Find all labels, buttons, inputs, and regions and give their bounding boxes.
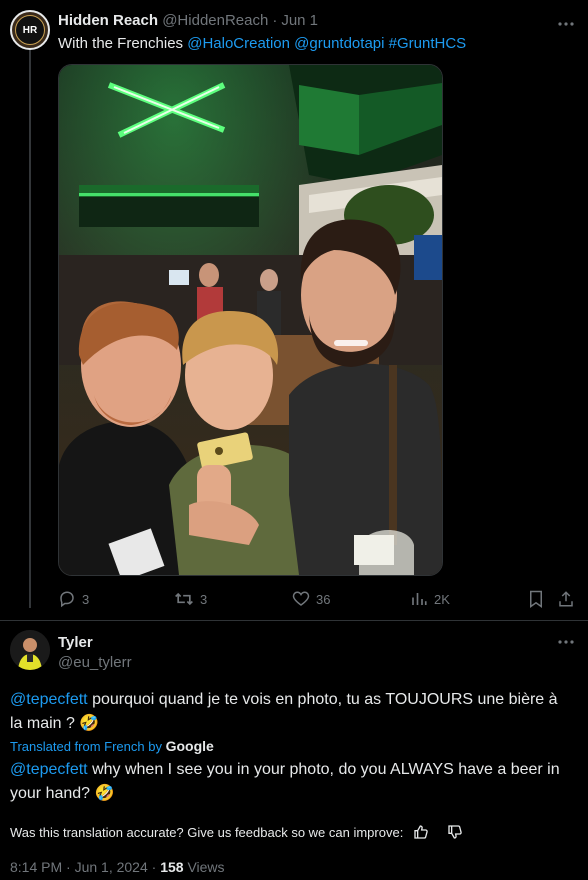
reply-english-body: why when I see you in your photo, do you… [10, 761, 560, 802]
reply-mention[interactable]: @tepecfett [10, 691, 88, 708]
avatar-initials: HR [15, 15, 45, 45]
reply-timestamp-row: 8:14 PM · Jun 1, 2024 · 158 Views [10, 859, 225, 875]
views-action[interactable]: 2K [410, 590, 450, 608]
tweet-header: Hidden Reach @HiddenReach · Jun 1 [58, 12, 318, 29]
like-action[interactable]: 36 [292, 590, 330, 608]
bookmark-icon[interactable] [527, 590, 545, 608]
avatar[interactable]: HR [10, 10, 50, 50]
translation-feedback: Was this translation accurate? Give us f… [10, 824, 463, 840]
author-handle[interactable]: @HiddenReach [162, 12, 268, 29]
tweet-photo[interactable] [58, 64, 443, 576]
reply-views-label: Views [187, 859, 225, 875]
tweet-text-plain: With the Frenchies [58, 35, 184, 52]
mention-halocreation[interactable]: @HaloCreation [187, 35, 290, 52]
translation-label[interactable]: Translated from French by Google [10, 738, 214, 754]
thumbs-down-icon[interactable] [447, 824, 463, 840]
reply-text-english: @tepecfett why when I see you in your ph… [10, 758, 570, 806]
reply-author-name[interactable]: Tyler [58, 634, 93, 651]
translated-from-text[interactable]: Translated from French by [10, 739, 162, 754]
selfie-image [59, 65, 442, 575]
header-separator: · [272, 12, 278, 29]
more-icon[interactable] [556, 14, 576, 34]
views-count: 2K [434, 591, 450, 607]
share-icon[interactable] [557, 590, 575, 608]
views-icon[interactable] [410, 590, 428, 608]
reply-views-count: 158 [160, 859, 184, 875]
tweet-text: With the Frenchies @HaloCreation @gruntd… [58, 35, 466, 52]
reply-avatar-image [10, 630, 50, 670]
thread-line [29, 48, 31, 608]
reply-text-french: @tepecfett pourquoi quand je te vois en … [10, 688, 570, 736]
reply-avatar[interactable] [10, 630, 50, 670]
reply-timestamp[interactable]: 8:14 PM · Jun 1, 2024 · [10, 859, 156, 875]
laughing-emoji-translated: 🤣 [94, 785, 115, 802]
retweet-icon[interactable] [174, 590, 194, 608]
retweet-count: 3 [200, 591, 208, 607]
laughing-emoji: 🤣 [79, 715, 100, 732]
author-name[interactable]: Hidden Reach [58, 12, 158, 29]
hashtag-grunthcs[interactable]: #GruntHCS [389, 35, 467, 52]
feedback-prompt: Was this translation accurate? Give us f… [10, 824, 404, 840]
mention-gruntdotapi[interactable]: @gruntdotapi [294, 35, 384, 52]
retweet-action[interactable]: 3 [174, 590, 207, 608]
thumbs-up-icon[interactable] [413, 824, 429, 840]
reply-action[interactable]: 3 [58, 590, 89, 608]
like-count: 36 [316, 591, 331, 607]
reply-icon[interactable] [58, 590, 76, 608]
reply-more-icon[interactable] [556, 632, 576, 652]
reply-count: 3 [82, 591, 90, 607]
tweet-date[interactable]: Jun 1 [281, 12, 318, 29]
reply-author-handle[interactable]: @eu_tylerr [58, 654, 132, 671]
divider [0, 620, 588, 621]
like-icon[interactable] [292, 590, 310, 608]
reply-mention-translated[interactable]: @tepecfett [10, 761, 88, 778]
google-logo: Google [165, 738, 214, 754]
